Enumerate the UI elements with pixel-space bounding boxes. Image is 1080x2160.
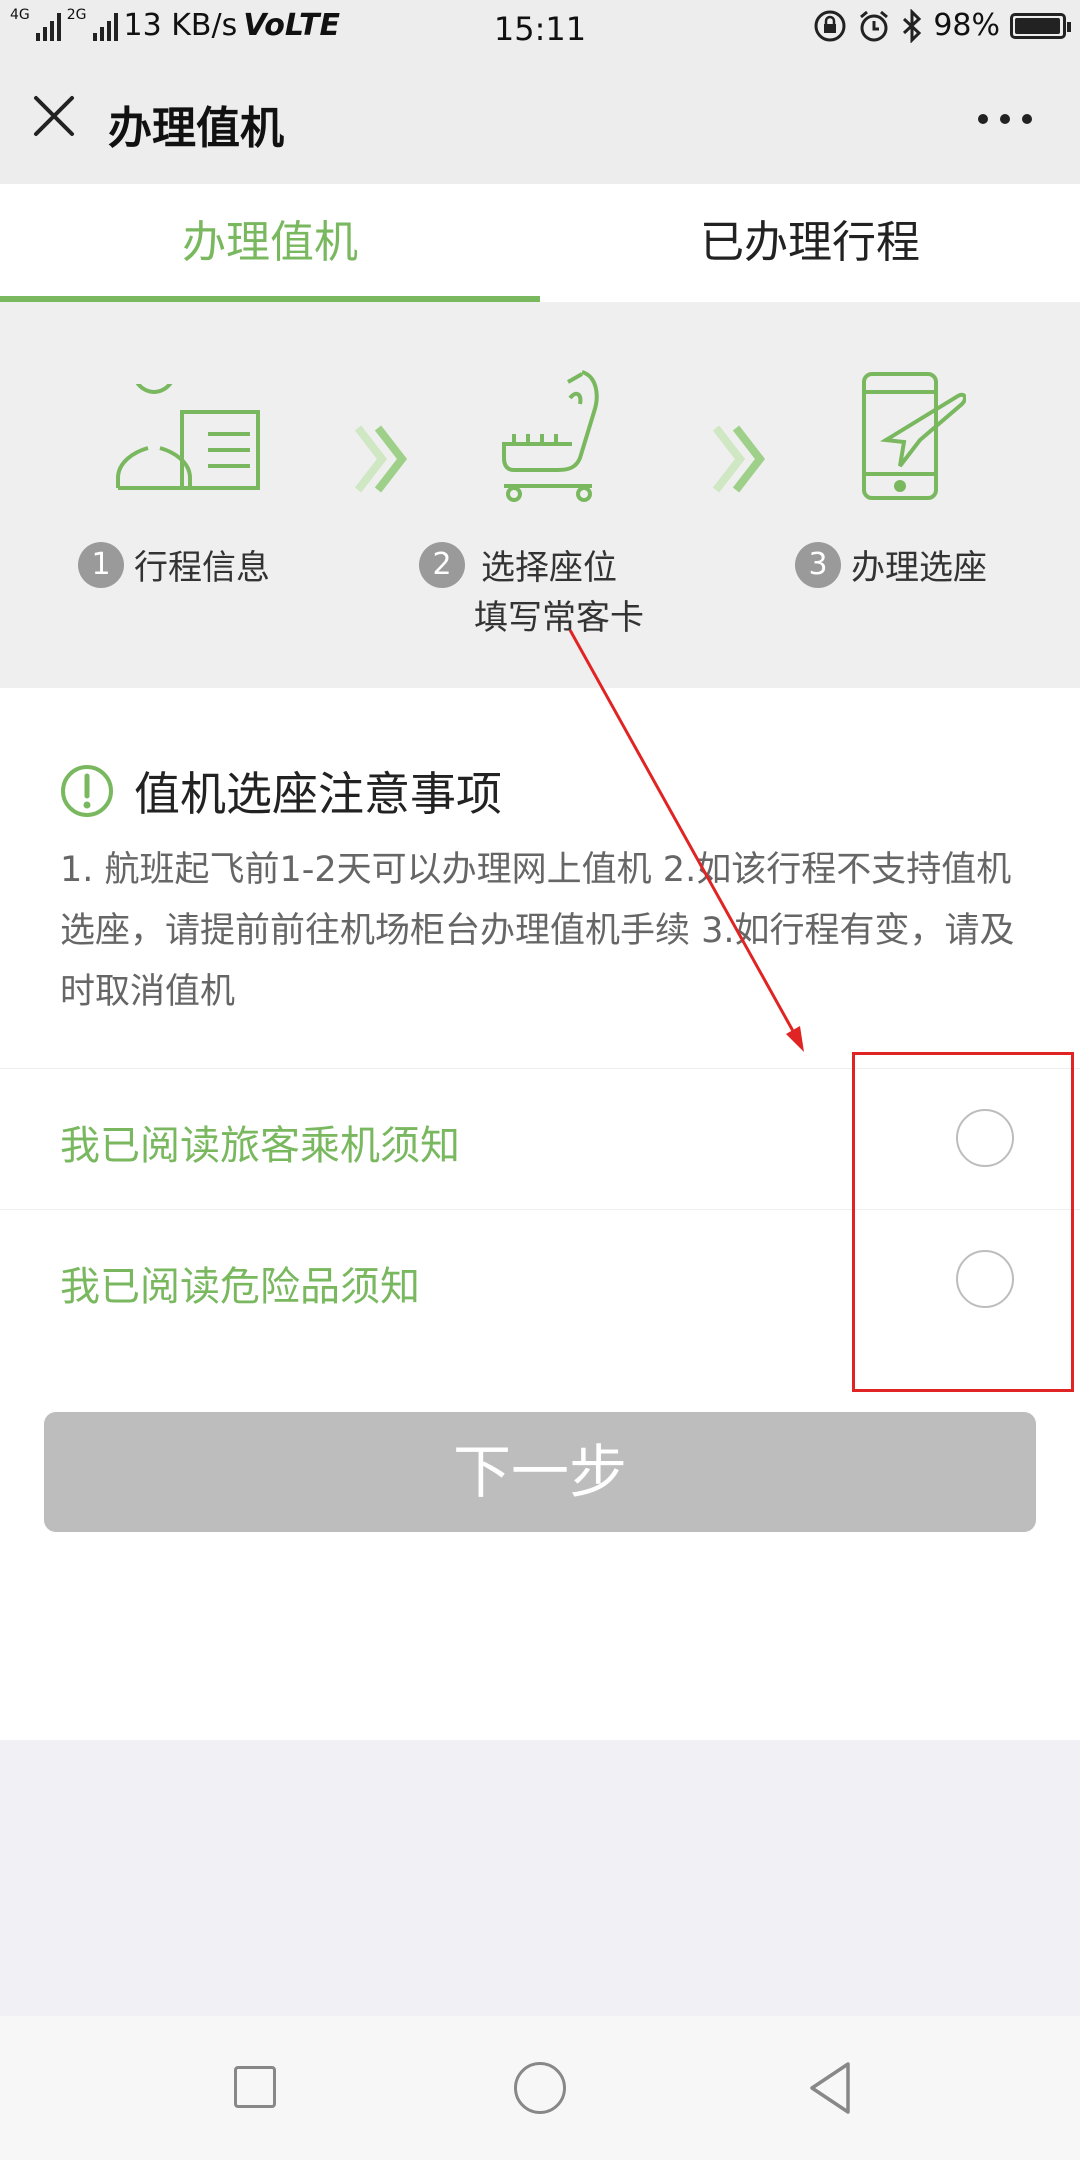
step-1-label: 行程信息 [134, 548, 270, 588]
status-bar: 4G 2G 13 KB/s VoLTE 15:11 98% [0, 0, 1080, 56]
step-2: 2 选择座位 [419, 540, 617, 589]
back-icon[interactable] [806, 2060, 854, 2116]
step-3-number: 3 [795, 541, 841, 588]
step-3: 3 办理选座 [795, 540, 987, 589]
next-button[interactable]: 下一步 [44, 1412, 1036, 1532]
notice-text: 1. 航班起飞前1-2天可以办理网上值机 2.如该行程不支持值机选座，请提前前往… [60, 850, 1015, 1012]
alert-circle-icon [61, 765, 113, 817]
agreement-label: 我已阅读旅客乘机须知 [60, 1123, 460, 1169]
tab-bar: 办理值机 已办理行程 [0, 184, 1080, 302]
step-2-number: 2 [419, 541, 465, 588]
notice-header: 值机选座注意事项 [60, 758, 502, 824]
notice-section: 值机选座注意事项 1. 航班起飞前1-2天可以办理网上值机 2.如该行程不支持值… [0, 688, 1080, 1068]
steps-panel: 1 行程信息 2 选择座位 填写常客卡 3 办理选座 [0, 302, 1080, 688]
user-card-icon [116, 384, 260, 490]
phone-plane-icon [862, 372, 966, 500]
step-2-sublabel: 填写常客卡 [474, 598, 644, 638]
notice-title: 值机选座注意事项 [134, 767, 502, 821]
annotation-box [852, 1052, 1074, 1392]
recent-apps-icon[interactable] [234, 2066, 276, 2108]
more-icon[interactable] [978, 114, 1032, 124]
step-2-label: 选择座位 [481, 548, 617, 588]
chevron-right-icon [712, 425, 766, 493]
system-nav-bar [0, 2016, 1080, 2160]
step-1-number: 1 [78, 541, 124, 588]
close-icon[interactable] [32, 94, 76, 138]
battery-icon [1010, 12, 1071, 39]
home-icon[interactable] [514, 2062, 566, 2114]
chevron-right-icon [354, 425, 408, 493]
battery-percent: 98% [933, 8, 1000, 43]
step-1: 1 行程信息 [78, 540, 270, 589]
bluetooth-icon [903, 8, 922, 43]
alarm-icon [860, 10, 889, 41]
tab-check-in[interactable]: 办理值机 [0, 184, 540, 302]
button-area: 下一步 [0, 1350, 1080, 1740]
tab-checked-trips[interactable]: 已办理行程 [540, 184, 1080, 302]
lock-rotation-icon [814, 10, 846, 41]
seat-icon [502, 370, 599, 502]
status-right: 98% [813, 8, 1071, 43]
title-bar: 办理值机 [0, 56, 1080, 184]
agreement-label: 我已阅读危险品须知 [60, 1264, 420, 1310]
page-title: 办理值机 [108, 103, 284, 154]
step-3-label: 办理选座 [851, 548, 987, 588]
